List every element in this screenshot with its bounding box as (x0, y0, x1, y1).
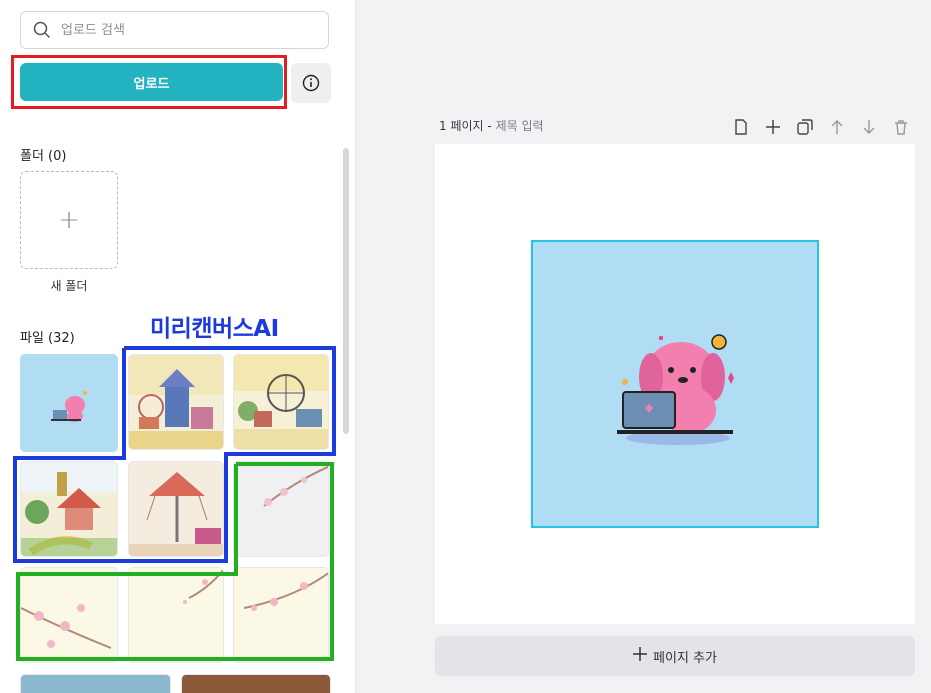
file-thumbnail-sky[interactable] (20, 674, 171, 693)
plus-icon (633, 647, 648, 665)
gazebo-drawing (21, 462, 117, 556)
new-folder-button[interactable]: + (20, 171, 118, 269)
page-title-input[interactable]: 제목 입력 (496, 119, 544, 133)
info-button[interactable] (291, 63, 331, 103)
annotation-label: 미리캔버스AI (150, 316, 279, 342)
plus-icon[interactable] (762, 116, 784, 138)
page-number: 1 페이지 (439, 119, 484, 133)
file-thumbnail-cherry-blossom-2[interactable] (20, 567, 118, 663)
arrow-up-icon[interactable] (826, 116, 848, 138)
file-thumbnail-carousel[interactable] (128, 354, 224, 450)
plus-icon: + (58, 205, 80, 235)
info-icon (302, 74, 320, 92)
folders-title: 폴더 (0) (20, 149, 67, 164)
file-thumbnail-swing-ride[interactable] (128, 461, 224, 557)
puppy-illustration (51, 391, 87, 422)
cherry-blossom-drawing (21, 604, 112, 649)
swing-ride-drawing (129, 472, 223, 556)
page-canvas[interactable] (435, 144, 915, 624)
ferris-wheel-drawing (234, 355, 328, 449)
puppy-illustration (617, 334, 734, 445)
add-page-label: 페이지 추가 (653, 650, 717, 666)
file-thumbnail-cherry-blossom-4[interactable] (233, 567, 329, 663)
file-thumbnail-cherry-blossom-3[interactable] (128, 567, 224, 663)
annotation-highlight-red (11, 55, 287, 109)
duplicate-icon[interactable] (794, 116, 816, 138)
page-icon[interactable] (730, 116, 752, 138)
trash-icon[interactable] (890, 116, 912, 138)
file-thumbnail-cherry-blossom-1[interactable] (233, 461, 329, 557)
page-toolbar (730, 116, 912, 138)
new-folder-label: 새 폴더 (50, 279, 88, 293)
search-icon (33, 21, 51, 39)
cherry-blossom-drawing (263, 465, 328, 507)
carousel-drawing (129, 355, 223, 449)
cherry-blossom-drawing (243, 572, 328, 611)
file-thumbnail-puppy[interactable] (20, 354, 118, 452)
upload-panel: 업로드 폴더 (0) + 새 폴더 파일 (32) 미리캔버스AI (0, 0, 356, 693)
file-thumbnail-wood[interactable] (181, 674, 331, 693)
search-box[interactable] (20, 11, 329, 49)
arrow-down-icon[interactable] (858, 116, 880, 138)
scrollbar[interactable] (343, 148, 349, 434)
file-thumbnail-gazebo[interactable] (20, 461, 118, 557)
page-header: 1 페이지 - 제목 입력 (439, 119, 544, 133)
editor-area: 1 페이지 - 제목 입력 페이지 추가 (356, 0, 931, 693)
files-title: 파일 (32) (20, 331, 75, 346)
add-page-button[interactable]: 페이지 추가 (435, 636, 915, 676)
cherry-blossom-drawing (183, 568, 223, 604)
file-thumbnail-ferris-wheel[interactable] (233, 354, 329, 450)
selected-image-puppy[interactable] (531, 240, 819, 528)
search-input[interactable] (59, 21, 303, 39)
